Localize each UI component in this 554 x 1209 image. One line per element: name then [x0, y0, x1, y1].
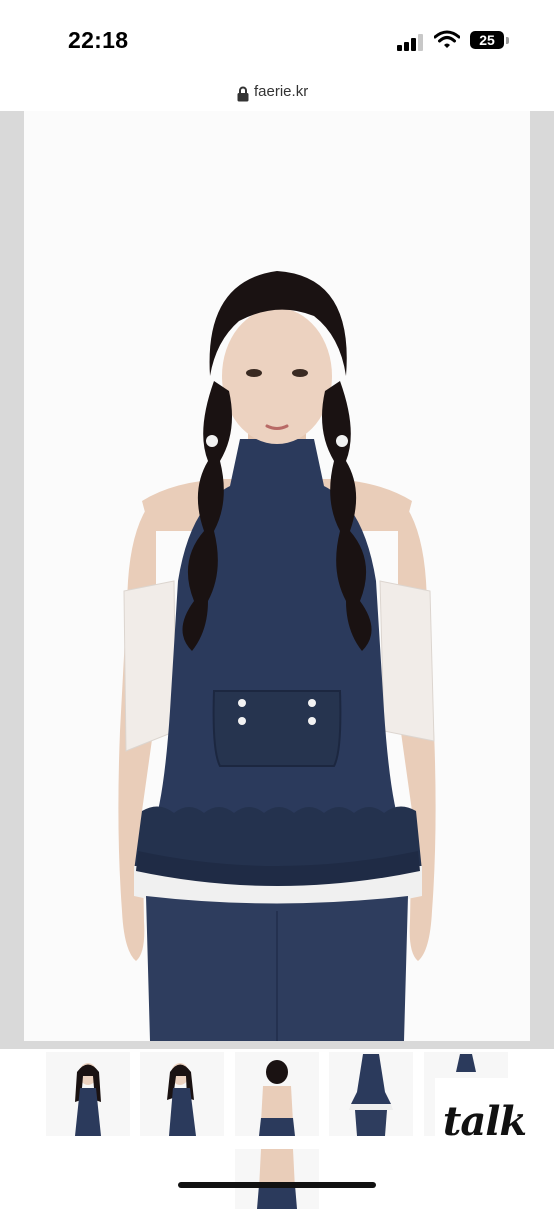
- status-bar: 22:18 25: [0, 0, 554, 80]
- battery-tip: [506, 37, 509, 44]
- product-page: [0, 111, 554, 1209]
- url-text[interactable]: faerie.kr: [254, 83, 308, 100]
- clock: 22:18: [68, 27, 129, 53]
- talk-label: talk: [442, 1098, 527, 1145]
- wifi-icon: [433, 30, 461, 50]
- lock-icon: [237, 86, 249, 102]
- thumbnail-top-detail[interactable]: [329, 1052, 413, 1136]
- battery-icon: 25: [470, 31, 504, 49]
- talk-chat-button[interactable]: talk: [435, 1078, 534, 1174]
- home-indicator: [178, 1182, 376, 1188]
- url-bar[interactable]: faerie.kr: [0, 80, 554, 110]
- thumbnail-side-view[interactable]: [140, 1052, 224, 1136]
- thumbnail-front-view[interactable]: [46, 1052, 130, 1136]
- product-main-image[interactable]: [24, 111, 530, 1041]
- cellular-signal-icon: [397, 33, 425, 51]
- thumbnail-back-detail[interactable]: [235, 1149, 319, 1209]
- thumbnail-back-view[interactable]: [235, 1052, 319, 1136]
